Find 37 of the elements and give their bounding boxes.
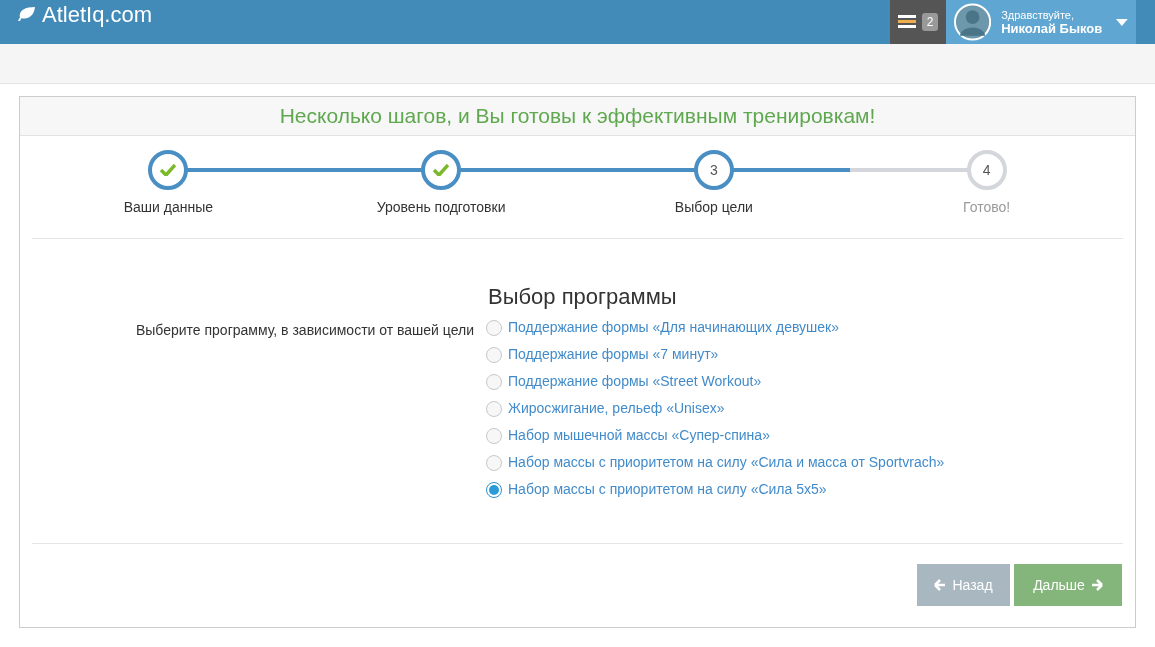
arrow-left-icon — [934, 579, 947, 591]
avatar-icon — [954, 3, 992, 41]
field-label: Выберите программу, в зависимости от вашей цели — [135, 321, 474, 340]
step-label: Уровень подготовки — [376, 198, 506, 217]
step-label: Готово! — [963, 198, 1011, 217]
user-name: Николай Быков — [1001, 22, 1103, 36]
list-icon — [897, 15, 916, 29]
back-button[interactable]: Назад — [917, 564, 1010, 606]
option-label[interactable]: Набор массы с приоритетом на силу «Сила и масса от Sportvrach» — [508, 452, 945, 473]
option-label[interactable]: Набор массы с приоритетом на силу «Сила 5x5» — [508, 479, 827, 500]
radio-button[interactable] — [486, 454, 502, 471]
user-menu[interactable]: Здравствуйте, Николай Быков — [946, 0, 1136, 44]
notifications-button[interactable]: 2 — [890, 0, 946, 44]
radio-button[interactable] — [486, 400, 502, 417]
check-icon — [160, 164, 177, 176]
next-button[interactable]: Дальше — [1014, 564, 1122, 606]
option-label[interactable]: Набор мышечной массы «Супер-спина» — [508, 425, 770, 446]
radio-button[interactable] — [486, 427, 502, 444]
option-label[interactable]: Жиросжигание, рельеф «Unisex» — [508, 398, 725, 419]
caret-icon — [1116, 18, 1128, 26]
site-logo[interactable]: AtletIq.com — [42, 0, 153, 31]
option-label[interactable]: Поддержание формы «7 минут» — [508, 344, 719, 365]
radio-button[interactable] — [486, 346, 502, 363]
option-label[interactable]: Поддержание формы «Street Workout» — [508, 371, 762, 392]
step-label: Выбор цели — [674, 198, 753, 217]
radio-button[interactable] — [486, 319, 502, 336]
wizard-title: Несколько шагов, и Вы готовы к эффективным тренировкам! — [279, 103, 876, 130]
step-label: Ваши данные — [123, 198, 214, 217]
check-icon — [433, 164, 450, 176]
arrow-right-icon — [1090, 579, 1103, 591]
radio-button[interactable] — [486, 373, 502, 390]
option-label[interactable]: Поддержание формы «Для начинающих девушек» — [508, 317, 839, 338]
greeting-text: Здравствуйте, — [1001, 8, 1076, 22]
notification-count: 2 — [921, 13, 939, 31]
radio-button[interactable] — [486, 481, 502, 498]
leaf-icon — [16, 6, 36, 22]
section-title: Выбор программы — [488, 283, 678, 311]
